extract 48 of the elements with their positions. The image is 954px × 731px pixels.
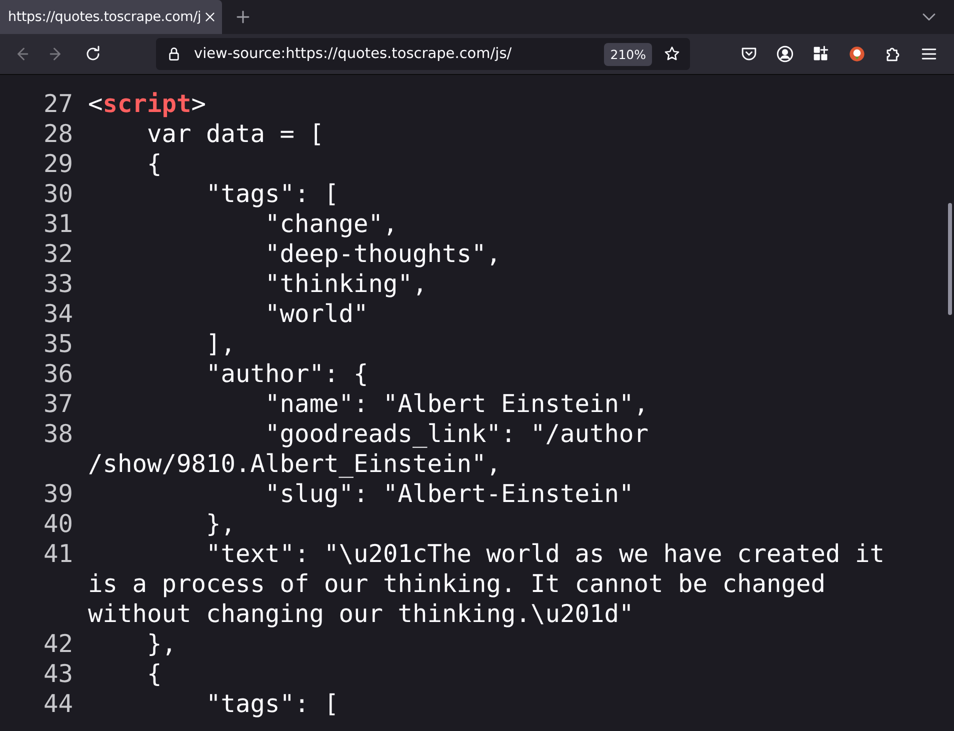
- code-line: without changing our thinking.\u201d": [88, 599, 635, 629]
- line-number: 34: [42, 299, 73, 329]
- account-icon[interactable]: [774, 43, 796, 65]
- code-text: >: [191, 89, 206, 118]
- line-number: 28: [42, 119, 73, 149]
- code-line: {: [146, 659, 162, 689]
- tab-title: https://quotes.toscrape.com/j: [8, 9, 202, 25]
- line-number: 41: [42, 539, 73, 570]
- code-line: "change",: [264, 209, 398, 239]
- code-line: /show/9810.Albert_Einstein",: [88, 449, 502, 479]
- line-number: 36: [42, 359, 73, 389]
- line-number: 33: [42, 269, 73, 299]
- code-line: "author": {: [205, 359, 368, 389]
- line-number: 44: [42, 689, 73, 719]
- code-line: "text": "\u201cThe world as we have created it: [205, 539, 885, 569]
- line-number: 38: [42, 419, 73, 450]
- line-number: 35: [42, 329, 73, 359]
- browser-tab[interactable]: https://quotes.toscrape.com/j: [0, 0, 222, 34]
- code-line: {: [146, 149, 162, 179]
- code-line: "deep-thoughts",: [264, 239, 502, 269]
- code-text: <: [88, 89, 103, 118]
- code-line: "name": "Albert Einstein",: [264, 389, 649, 419]
- line-number: 29: [42, 149, 73, 179]
- code-line: "goodreads_link": "/author: [264, 419, 649, 449]
- line-number: 32: [42, 239, 73, 269]
- code-line: },: [205, 509, 236, 539]
- code-line: ],: [205, 329, 236, 359]
- zoom-level-button[interactable]: 210%: [604, 42, 652, 66]
- line-number: 37: [42, 389, 73, 419]
- tag-name: script: [102, 89, 192, 118]
- code-line: "thinking",: [264, 269, 428, 299]
- url-text: view-source:https://quotes.toscrape.com/js/: [194, 46, 513, 62]
- line-number: 27: [42, 89, 73, 119]
- code-line: is a process of our thinking. It cannot be changed: [88, 569, 827, 599]
- code-line: var data = [: [146, 119, 324, 149]
- line-number: 42: [42, 629, 73, 659]
- line-number: 39: [42, 479, 73, 509]
- address-bar[interactable]: view-source:https://quotes.toscrape.com/js/ 210%: [156, 38, 690, 70]
- line-number: 43: [42, 659, 73, 689]
- line-number: 40: [42, 509, 73, 539]
- code-line: },: [146, 629, 177, 659]
- code-line: "slug": "Albert-Einstein": [264, 479, 634, 509]
- scrollbar-thumb[interactable]: [948, 203, 952, 315]
- code-line: "tags": [: [205, 689, 339, 719]
- line-number: 31: [42, 209, 73, 239]
- code-line: "tags": [: [205, 179, 339, 209]
- line-number: 30: [42, 179, 73, 209]
- code-line: "world": [264, 299, 368, 329]
